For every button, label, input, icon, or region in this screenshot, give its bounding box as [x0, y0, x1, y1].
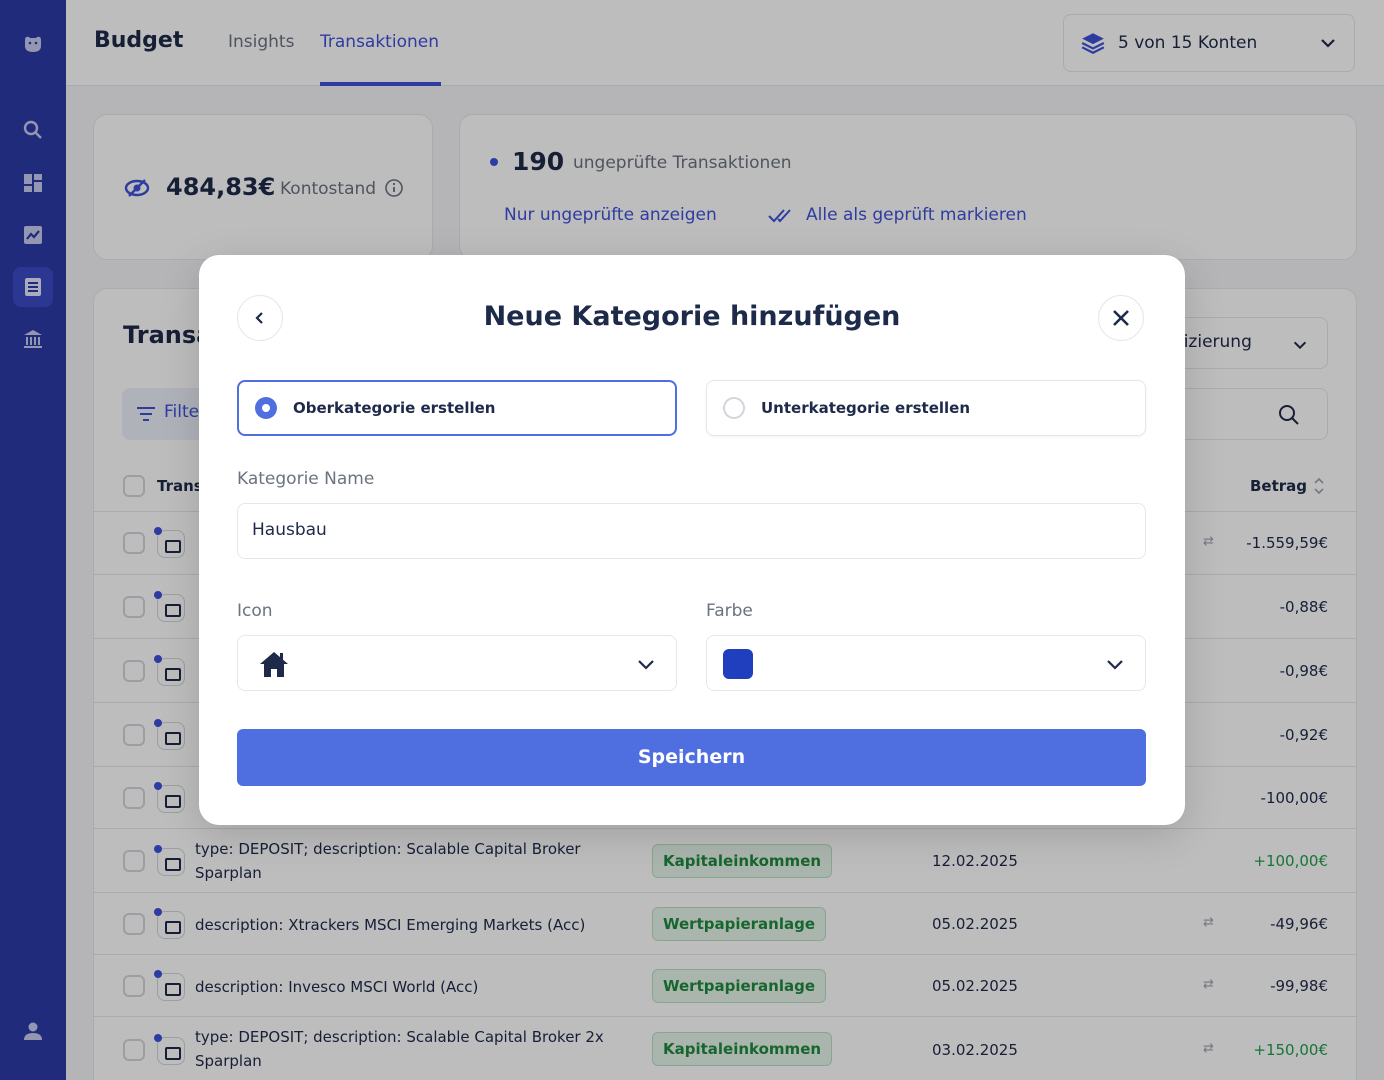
close-button[interactable]: [1098, 295, 1144, 341]
option-parent-category[interactable]: Oberkategorie erstellen: [237, 380, 677, 436]
save-button[interactable]: Speichern: [237, 729, 1146, 786]
icon-field-label: Icon: [237, 601, 273, 621]
option-parent-label: Oberkategorie erstellen: [293, 399, 496, 417]
close-icon: [1113, 310, 1129, 326]
name-field-label: Kategorie Name: [237, 469, 375, 489]
modal-title: Neue Kategorie hinzufügen: [483, 301, 901, 332]
color-swatch: [723, 649, 753, 679]
chevron-down-icon: [638, 660, 654, 670]
radio-selected[interactable]: [255, 397, 277, 419]
color-field-label: Farbe: [706, 601, 753, 621]
home-icon: [260, 652, 288, 677]
chevron-down-icon: [1107, 660, 1123, 670]
category-name-input[interactable]: Hausbau: [237, 503, 1146, 559]
color-select[interactable]: [706, 635, 1146, 691]
radio-unselected[interactable]: [723, 397, 745, 419]
icon-select[interactable]: [237, 635, 677, 691]
option-sub-label: Unterkategorie erstellen: [761, 399, 970, 417]
option-sub-category[interactable]: Unterkategorie erstellen: [706, 380, 1146, 436]
add-category-modal: Neue Kategorie hinzufügen Oberkategorie …: [199, 255, 1185, 825]
